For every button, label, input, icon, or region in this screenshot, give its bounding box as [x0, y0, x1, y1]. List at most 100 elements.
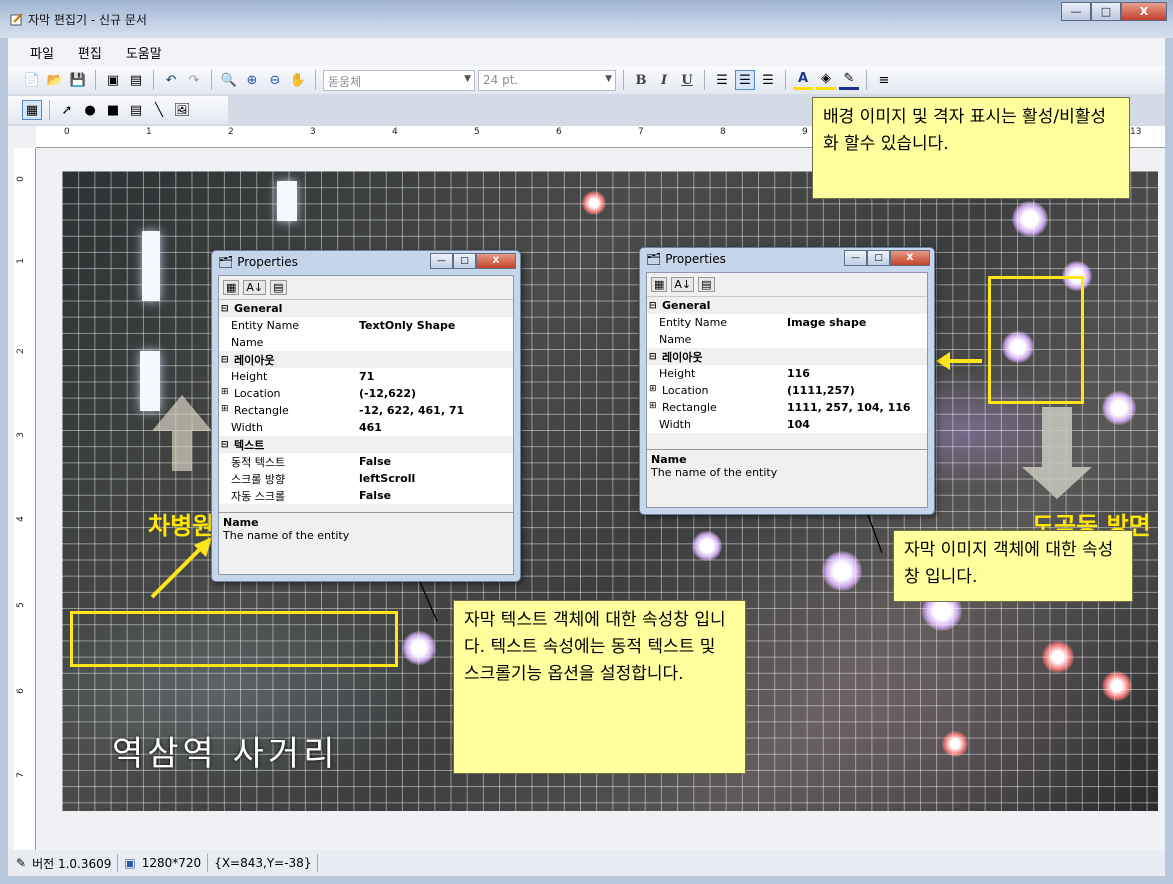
- align-right-icon[interactable]: ☰: [758, 70, 778, 90]
- maximize-button[interactable]: □: [867, 250, 890, 266]
- property-row[interactable]: ⊞ Rectangle -12, 622, 461, 71: [219, 402, 513, 419]
- version-icon: ✎: [16, 856, 27, 870]
- minimize-button[interactable]: —: [1061, 2, 1091, 21]
- line-tool-icon[interactable]: ╲: [149, 100, 169, 120]
- underline-button[interactable]: U: [677, 70, 697, 90]
- property-row[interactable]: ⊞ Location (-12,622): [219, 385, 513, 402]
- line-color-icon[interactable]: ✎: [839, 70, 859, 90]
- menu-edit[interactable]: 편집: [78, 43, 102, 62]
- property-pages-icon[interactable]: ▤: [698, 277, 715, 292]
- save-icon[interactable]: 💾: [68, 70, 88, 90]
- collapse-icon[interactable]: ⊟: [649, 301, 658, 311]
- zoom-out-icon[interactable]: ⊖: [265, 70, 285, 90]
- property-row[interactable]: ⊞ Location (1111,257): [647, 382, 927, 399]
- font-family-select[interactable]: 돋움체 ▼: [323, 69, 475, 91]
- line-style-icon[interactable]: ≡: [874, 70, 894, 90]
- property-row[interactable]: 자동 스크롤 False: [219, 487, 513, 504]
- property-value[interactable]: 1111, 257, 104, 116: [787, 401, 927, 414]
- property-row[interactable]: Height 71: [219, 368, 513, 385]
- property-value[interactable]: TextOnly Shape: [359, 319, 513, 332]
- properties-window-image[interactable]: 🗂 Properties — □ X ▦ A↓ ▤ ⊟ General Entity Name…: [639, 247, 935, 515]
- property-grid[interactable]: ⊟ General Entity Name TextOnly Shape Name ⊟ 레이…: [219, 300, 513, 504]
- categorized-icon[interactable]: ▦: [223, 280, 240, 295]
- expand-icon[interactable]: ⊞: [221, 387, 230, 400]
- minimize-button[interactable]: —: [844, 250, 867, 266]
- property-row[interactable]: Name: [219, 334, 513, 351]
- property-row[interactable]: Entity Name Image shape: [647, 314, 927, 331]
- property-value[interactable]: leftScroll: [359, 472, 513, 485]
- minimize-button[interactable]: —: [430, 253, 453, 269]
- property-category[interactable]: ⊟ 레이아웃: [647, 348, 927, 365]
- collapse-icon[interactable]: ⊟: [221, 440, 230, 450]
- property-row[interactable]: ⊞ Rectangle 1111, 257, 104, 116: [647, 399, 927, 416]
- maximize-button[interactable]: □: [1091, 2, 1121, 21]
- property-category[interactable]: ⊟ General: [647, 297, 927, 314]
- maximize-button[interactable]: □: [453, 253, 476, 269]
- close-button[interactable]: X: [890, 250, 930, 266]
- new-document-icon[interactable]: 📄: [22, 70, 42, 90]
- property-category[interactable]: ⊟ 텍스트: [219, 436, 513, 453]
- redo-icon[interactable]: ↷: [184, 70, 204, 90]
- property-value[interactable]: -12, 622, 461, 71: [359, 404, 513, 417]
- ruler-label: 5: [474, 127, 480, 137]
- undo-icon[interactable]: ↶: [161, 70, 181, 90]
- property-row[interactable]: Width 461: [219, 419, 513, 436]
- close-button[interactable]: X: [1121, 2, 1167, 21]
- grid-toggle-icon[interactable]: ▦: [22, 100, 42, 120]
- text-tool-icon[interactable]: ▤: [126, 100, 146, 120]
- alphabetical-icon[interactable]: A↓: [243, 280, 267, 295]
- property-category[interactable]: ⊟ 레이아웃: [219, 351, 513, 368]
- property-row[interactable]: Width 104: [647, 416, 927, 433]
- italic-button[interactable]: I: [654, 70, 674, 90]
- property-row[interactable]: Entity Name TextOnly Shape: [219, 317, 513, 334]
- property-grid[interactable]: ⊟ General Entity Name Image shape Name ⊟ 레이아웃 H…: [647, 297, 927, 433]
- property-value[interactable]: False: [359, 489, 513, 502]
- property-value[interactable]: 461: [359, 421, 513, 434]
- expand-icon[interactable]: ⊞: [221, 404, 230, 417]
- fill-color-icon[interactable]: ◈: [816, 70, 836, 90]
- property-value[interactable]: (1111,257): [787, 384, 927, 397]
- expand-icon[interactable]: ⊞: [649, 401, 658, 414]
- menu-help[interactable]: 도움말: [126, 43, 162, 62]
- property-value[interactable]: 71: [359, 370, 513, 383]
- property-value[interactable]: 104: [787, 418, 927, 431]
- category-label: 레이아웃: [662, 350, 703, 364]
- collapse-icon[interactable]: ⊟: [649, 352, 658, 362]
- font-size-select[interactable]: 24 pt. ▼: [478, 69, 616, 91]
- categorized-icon[interactable]: ▦: [651, 277, 668, 292]
- property-value[interactable]: 116: [787, 367, 927, 380]
- property-row[interactable]: Height 116: [647, 365, 927, 382]
- property-value[interactable]: False: [359, 455, 513, 468]
- ruler-label: 7: [15, 772, 26, 778]
- menu-file[interactable]: 파일: [30, 43, 54, 62]
- rectangle-tool-icon[interactable]: ■: [103, 100, 123, 120]
- send-back-icon[interactable]: ▣: [103, 70, 123, 90]
- bring-front-icon[interactable]: ▤: [126, 70, 146, 90]
- zoom-fit-icon[interactable]: 🔍: [219, 70, 239, 90]
- property-row[interactable]: 동적 텍스트 False: [219, 453, 513, 470]
- image-tool-icon[interactable]: 🖼: [172, 100, 192, 120]
- property-row[interactable]: 스크롤 방향 leftScroll: [219, 470, 513, 487]
- alphabetical-icon[interactable]: A↓: [671, 277, 695, 292]
- property-row[interactable]: Name: [647, 331, 927, 348]
- properties-title: 🗂 Properties: [218, 255, 298, 269]
- property-pages-icon[interactable]: ▤: [270, 280, 287, 295]
- pan-hand-icon[interactable]: ✋: [288, 70, 308, 90]
- collapse-icon[interactable]: ⊟: [221, 304, 230, 314]
- align-left-icon[interactable]: ☰: [712, 70, 732, 90]
- property-value[interactable]: (-12,622): [359, 387, 513, 400]
- bold-button[interactable]: B: [631, 70, 651, 90]
- zoom-in-icon[interactable]: ⊕: [242, 70, 262, 90]
- subtitle-text[interactable]: 역삼역 사거리: [112, 726, 339, 775]
- ellipse-tool-icon[interactable]: ●: [80, 100, 100, 120]
- properties-window-text[interactable]: 🗂 Properties — □ X ▦ A↓ ▤ ⊟ General Entity Name…: [211, 250, 521, 582]
- property-value[interactable]: Image shape: [787, 316, 927, 329]
- expand-icon[interactable]: ⊞: [649, 384, 658, 397]
- select-arrow-icon[interactable]: ➚: [57, 100, 77, 120]
- align-center-icon[interactable]: ☰: [735, 70, 755, 90]
- property-category[interactable]: ⊟ General: [219, 300, 513, 317]
- open-folder-icon[interactable]: 📂: [45, 70, 65, 90]
- collapse-icon[interactable]: ⊟: [221, 355, 230, 365]
- font-color-icon[interactable]: A: [793, 70, 813, 90]
- close-button[interactable]: X: [476, 253, 516, 269]
